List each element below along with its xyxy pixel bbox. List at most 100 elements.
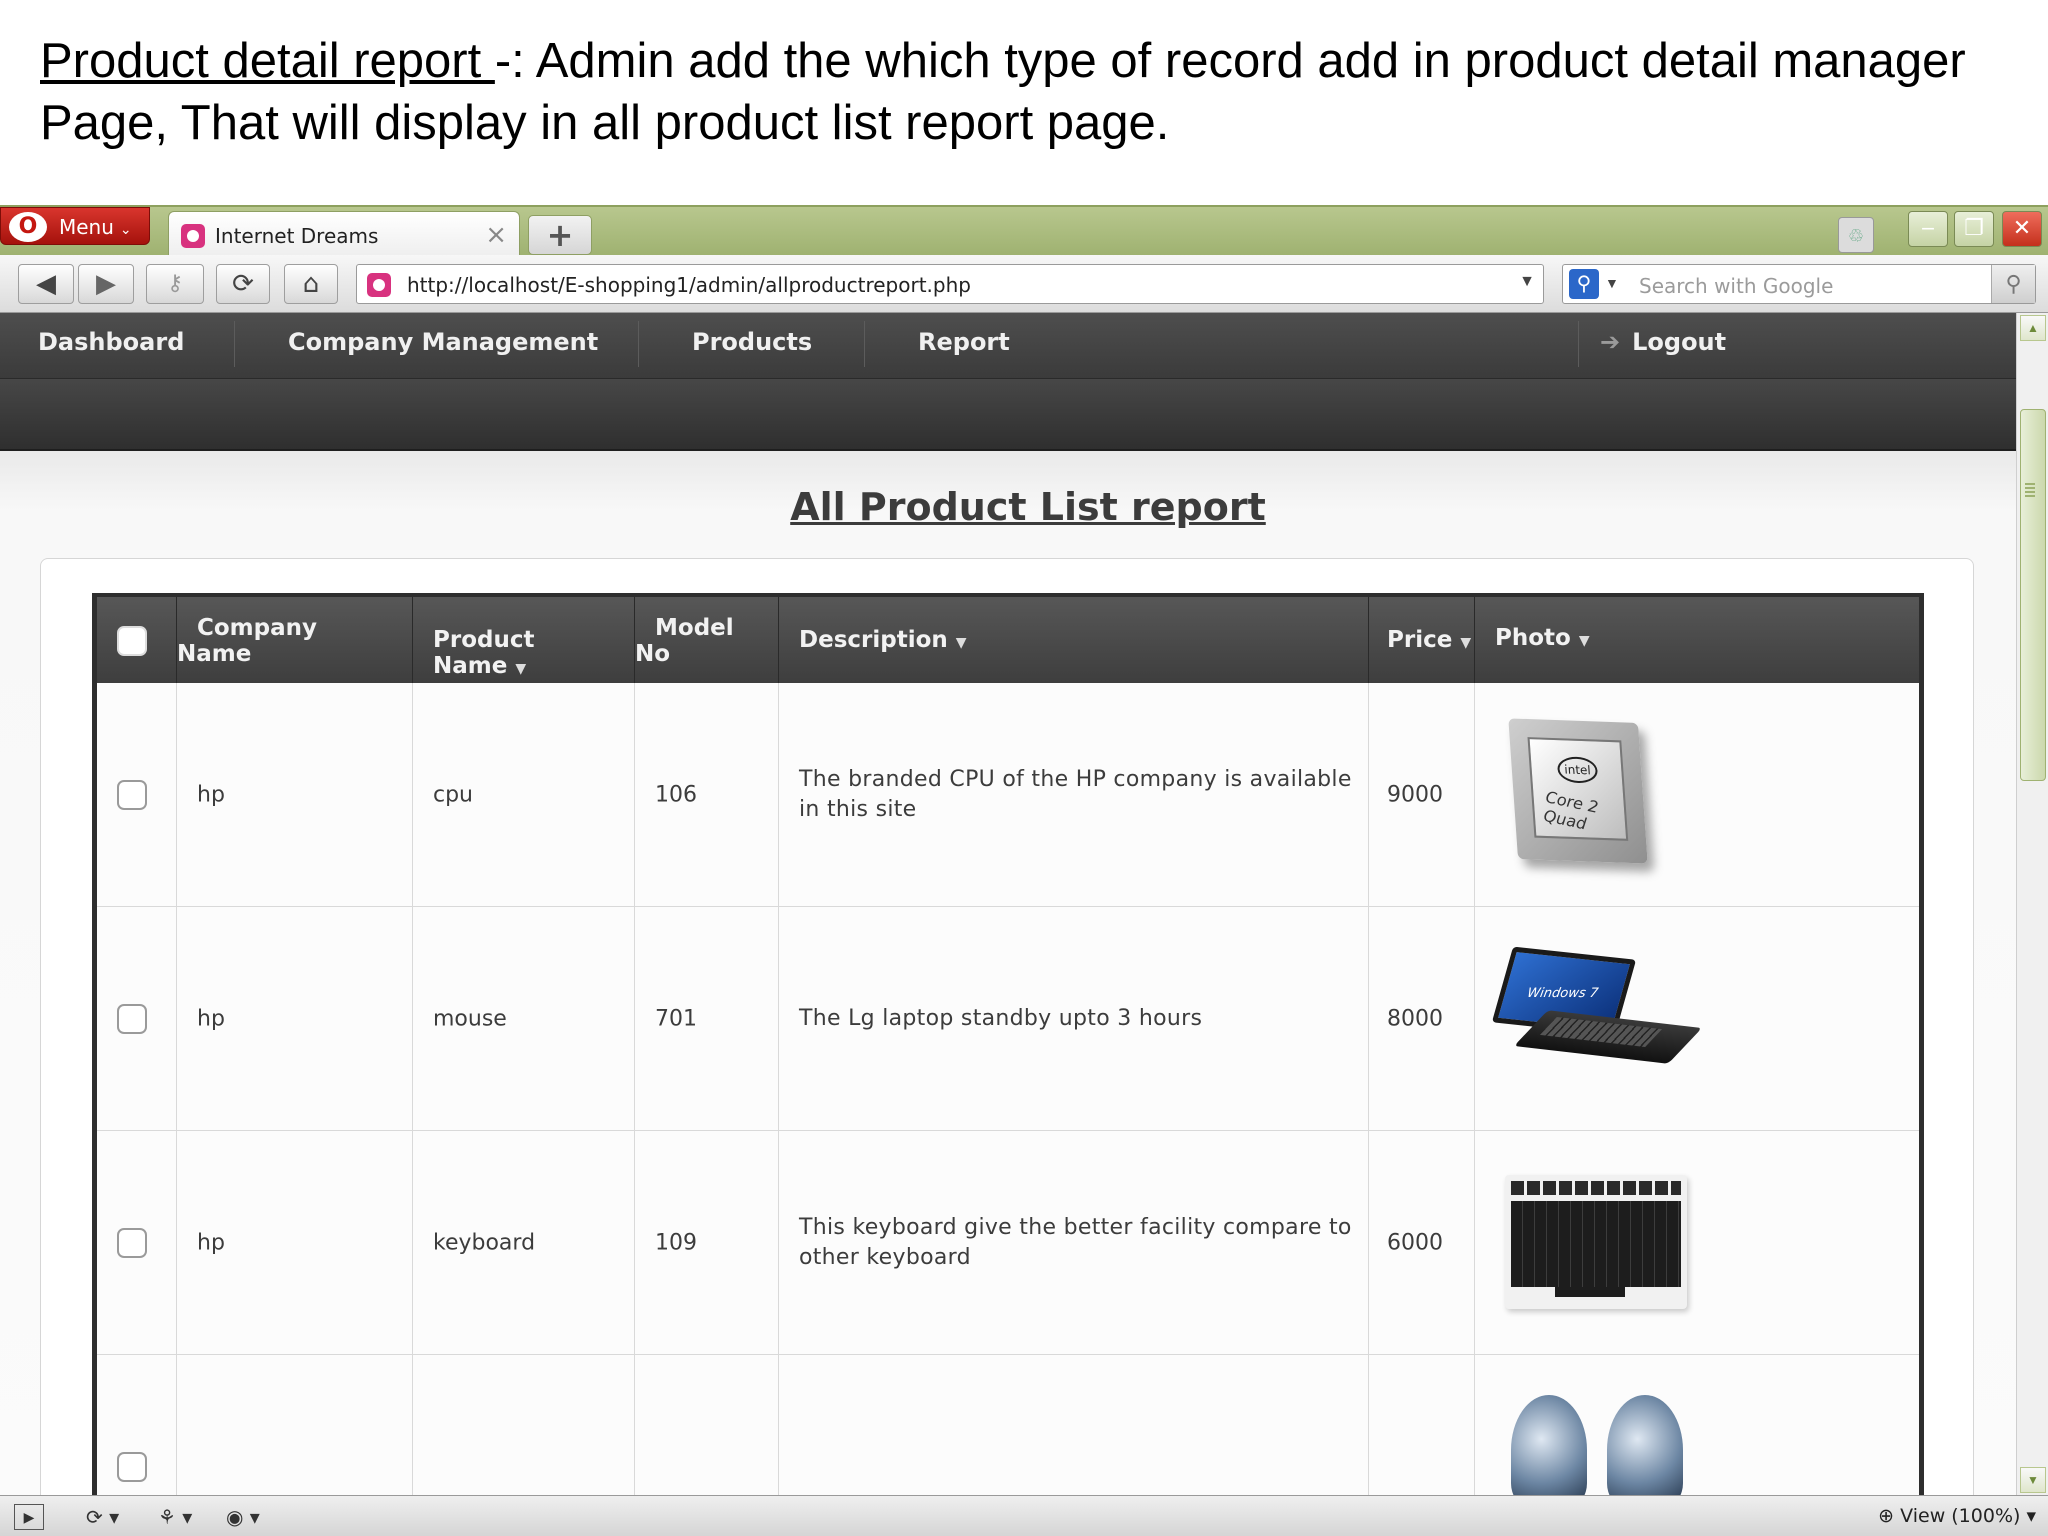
cpu-photo: intel Core 2 Quad: [1499, 711, 1649, 871]
row-checkbox[interactable]: [117, 1452, 147, 1482]
nav-dashboard[interactable]: Dashboard: [38, 313, 184, 379]
tab-bar: O Menu ⌄ Internet Dreams × + ♲ ‒ ❐ ✕: [0, 205, 2048, 257]
header-company-name[interactable]: Company Name: [177, 597, 413, 683]
scroll-up-icon[interactable]: ▲: [2020, 315, 2046, 341]
page-viewport: Dashboard Company Management Products Re…: [0, 313, 2016, 1495]
table-row: hp keyboard 109 This keyboard give the b…: [97, 1131, 1919, 1355]
zoom-control[interactable]: ⊕ View (100%) ▾: [1878, 1505, 2036, 1527]
scrollbar-thumb[interactable]: [2020, 409, 2046, 781]
new-tab-button[interactable]: +: [528, 215, 592, 255]
panel-toggle-icon[interactable]: ▶: [14, 1504, 44, 1530]
close-tab-icon[interactable]: ×: [485, 220, 507, 250]
header-model-line1: Model: [655, 615, 734, 641]
company-cell: [177, 1355, 413, 1495]
header-model-no[interactable]: Model No: [635, 597, 779, 683]
product-value: keyboard: [433, 1230, 536, 1256]
product-cell: keyboard: [413, 1131, 635, 1355]
logout-link[interactable]: ➔ Logout: [1600, 313, 1726, 379]
select-all-checkbox[interactable]: [117, 626, 147, 656]
back-button[interactable]: ◀: [18, 264, 74, 304]
trash-icon[interactable]: ♲: [1838, 217, 1874, 253]
header-description[interactable]: Description ▼: [779, 597, 1369, 683]
row-checkbox[interactable]: [117, 1228, 147, 1258]
header-company-line1: Company: [197, 615, 317, 641]
model-value: 106: [655, 782, 697, 808]
description-value: The Lg laptop standby upto 3 hours: [799, 1006, 1203, 1031]
opera-menu-button[interactable]: O Menu ⌄: [0, 207, 150, 245]
row-checkbox[interactable]: [117, 1004, 147, 1034]
row-checkbox[interactable]: [117, 780, 147, 810]
restore-button[interactable]: ❐: [1954, 211, 1994, 247]
header-model-line2: No: [635, 641, 671, 667]
search-engine-selector[interactable]: ⚲ ▼: [1567, 269, 1627, 299]
company-value: hp: [197, 1006, 225, 1032]
header-description-label: Description: [799, 627, 948, 653]
product-cell: [413, 1355, 635, 1495]
table-row: hp cpu 106 The branded CPU of the HP com…: [97, 683, 1919, 907]
sort-caret-icon: ▼: [1460, 635, 1472, 651]
description-cell: The Lg laptop standby upto 3 hours: [779, 907, 1369, 1131]
home-button[interactable]: ⌂: [284, 264, 338, 304]
arrow-right-icon: ➔: [1600, 328, 1621, 356]
laptop-logo-label: Windows 7: [1525, 985, 1600, 1001]
unite-icon[interactable]: ⚘ ▾: [158, 1504, 192, 1530]
vertical-scrollbar[interactable]: ▲ ▼: [2016, 313, 2048, 1495]
price-value: 6000: [1387, 1230, 1443, 1256]
arrow-right-icon: ▶: [96, 269, 116, 299]
photo-cell: [1475, 1131, 1919, 1355]
photo-cell: [1475, 1355, 1919, 1495]
site-favicon-icon: [181, 224, 205, 248]
description-cell: The branded CPU of the HP company is ava…: [779, 683, 1369, 907]
search-go-button[interactable]: ⚲: [1991, 265, 2035, 303]
site-favicon-icon: [367, 273, 391, 297]
turbo-icon[interactable]: ◉ ▾: [226, 1504, 260, 1530]
nav-products[interactable]: Products: [692, 313, 812, 379]
opera-logo-icon: O: [9, 212, 47, 242]
tab-title: Internet Dreams: [215, 224, 379, 248]
close-window-button[interactable]: ✕: [2002, 211, 2042, 247]
caption-underlined: Product detail report: [40, 34, 495, 88]
table-row: hp mouse 701 The Lg laptop standby upto …: [97, 907, 1919, 1131]
minimize-button[interactable]: ‒: [1908, 211, 1948, 247]
forward-button[interactable]: ▶: [78, 264, 134, 304]
key-icon: ⚷: [166, 271, 184, 296]
page-title: All Product List report: [790, 485, 1266, 529]
photo-cell: intel Core 2 Quad: [1475, 683, 1919, 907]
table-header: Company Name Product Name ▼ Model No Desc…: [97, 597, 1919, 683]
reload-button[interactable]: ⟳: [216, 264, 270, 304]
header-price[interactable]: Price ▼: [1369, 597, 1475, 683]
model-value: 701: [655, 1006, 697, 1032]
nav-report[interactable]: Report: [918, 313, 1010, 379]
description-value: The branded CPU of the HP company is ava…: [799, 767, 1352, 822]
keyboard-photo: [1505, 1175, 1687, 1309]
nav-company-management[interactable]: Company Management: [288, 313, 598, 379]
slide-caption: Product detail report -: Admin add the w…: [40, 30, 2048, 154]
menu-label: Menu: [59, 215, 114, 239]
tab-internet-dreams[interactable]: Internet Dreams ×: [168, 211, 520, 257]
search-box[interactable]: ⚲ ▼ Search with Google ⚲: [1562, 264, 2036, 304]
laptop-photo: Windows 7: [1491, 946, 1702, 1083]
status-bar: ▶ ⟳ ▾ ⚘ ▾ ◉ ▾ ⊕ View (100%) ▾: [0, 1495, 2048, 1536]
company-cell: hp: [177, 1131, 413, 1355]
photo-cell: Windows 7: [1475, 907, 1919, 1131]
description-value: This keyboard give the better facility c…: [799, 1215, 1352, 1270]
magnifier-icon: ⚲: [1569, 269, 1599, 299]
cpu-brand-label: intel: [1556, 756, 1599, 784]
nav-divider: [1578, 321, 1579, 367]
chevron-down-icon[interactable]: ▼: [1519, 273, 1535, 291]
company-value: hp: [197, 1230, 225, 1256]
header-photo[interactable]: Photo ▼: [1475, 597, 1919, 683]
sync-icon[interactable]: ⟳ ▾: [86, 1504, 119, 1530]
logout-label: Logout: [1632, 328, 1727, 356]
header-product-name[interactable]: Product Name ▼: [413, 597, 635, 683]
model-value: 109: [655, 1230, 697, 1256]
product-value: mouse: [433, 1006, 507, 1032]
chevron-down-icon: ▼: [1605, 275, 1619, 291]
address-field[interactable]: http://localhost/E-shopping1/admin/allpr…: [356, 264, 1544, 304]
wand-key-button[interactable]: ⚷: [146, 264, 204, 304]
sort-caret-icon: ▼: [1578, 633, 1590, 649]
admin-nav: Dashboard Company Management Products Re…: [0, 313, 2016, 379]
scroll-down-icon[interactable]: ▼: [2020, 1467, 2046, 1493]
table-row: [97, 1355, 1919, 1495]
zoom-icon: ⊕: [1878, 1505, 1901, 1527]
